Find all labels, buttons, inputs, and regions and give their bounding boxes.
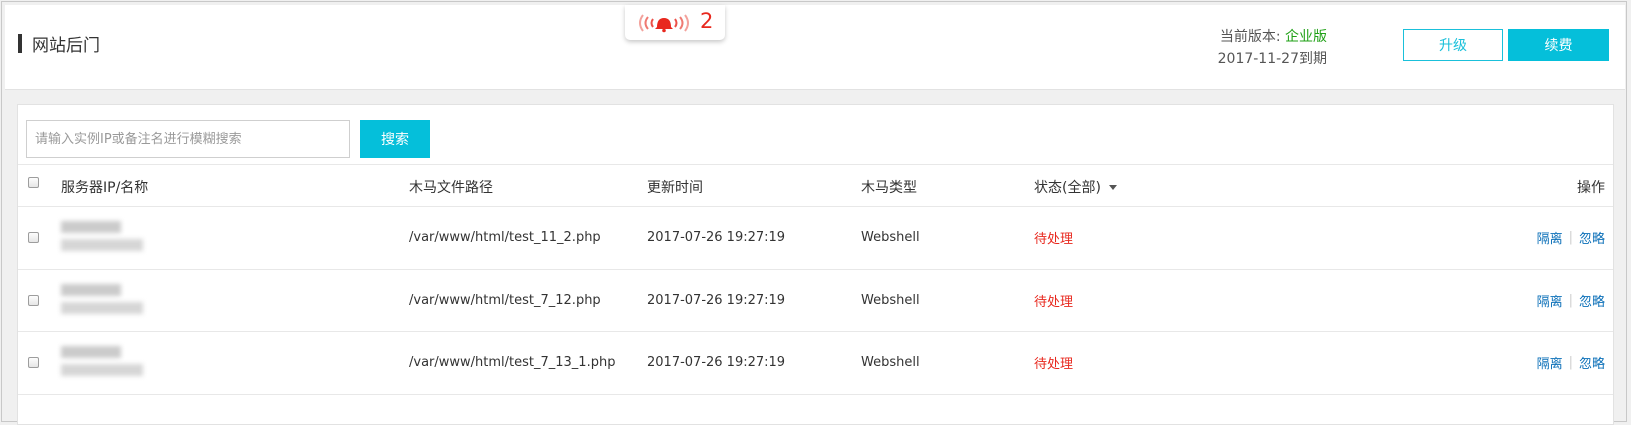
upgrade-button[interactable]: 升级 [1403,29,1503,61]
column-header-type: 木马类型 [861,180,917,196]
page-header: 网站后门 2 当前版本: 企业版 2017-11-27到期 升级 续费 [5,5,1625,90]
column-header-time: 更新时间 [647,180,703,196]
server-ip-masked [61,282,161,320]
table-row: /var/www/html/test_11_2.php 2017-07-26 1… [18,206,1613,269]
status-badge: 待处理 [1034,357,1074,372]
select-all-checkbox[interactable] [28,177,39,188]
column-header-path: 木马文件路径 [409,180,493,196]
trojan-type: Webshell [861,355,920,370]
isolate-link[interactable]: 隔离 [1537,228,1563,247]
ignore-link[interactable]: 忽略 [1579,353,1605,372]
page-title: 网站后门 [32,36,100,56]
update-time: 2017-07-26 19:27:19 [647,293,786,308]
isolate-link[interactable]: 隔离 [1537,353,1563,372]
renew-button[interactable]: 续费 [1508,29,1609,61]
search-input[interactable] [26,120,350,158]
expire-date: 2017-11-27到期 [1217,51,1327,67]
alarm-bell-icon [639,14,689,33]
webshell-panel: 搜索 服务器IP/名称 木马文件路径 更新时间 木马类型 状态(全部) 操作 /… [17,104,1614,425]
row-actions: 隔离 | 忽略 [1537,331,1605,394]
status-filter[interactable]: 状态(全部) [1034,177,1101,197]
trojan-path: /var/www/html/test_7_13_1.php [409,355,616,370]
table-row: /var/www/html/test_7_12.php 2017-07-26 1… [18,269,1613,332]
isolate-link[interactable]: 隔离 [1537,291,1563,310]
action-separator: | [1568,355,1573,370]
ignore-link[interactable]: 忽略 [1579,228,1605,247]
row-checkbox[interactable] [28,232,39,243]
action-separator: | [1568,230,1573,245]
page-frame: 网站后门 2 当前版本: 企业版 2017-11-27到期 升级 续费 搜索 [1,1,1627,425]
column-header-ops: 操作 [1577,180,1605,196]
version-info: 当前版本: 企业版 [1220,26,1327,46]
row-actions: 隔离 | 忽略 [1537,269,1605,332]
version-name: 企业版 [1285,29,1327,45]
ignore-link[interactable]: 忽略 [1579,291,1605,310]
trojan-type: Webshell [861,293,920,308]
server-ip-masked [61,219,161,257]
alert-count: 2 [700,9,714,33]
row-checkbox[interactable] [28,295,39,306]
update-time: 2017-07-26 19:27:19 [647,355,786,370]
title-accent-bar [18,34,22,53]
trojan-path: /var/www/html/test_7_12.php [409,293,601,308]
alert-notification[interactable]: 2 [625,5,725,40]
column-header-server: 服务器IP/名称 [61,180,149,196]
server-ip-masked [61,344,161,382]
version-label: 当前版本: [1219,29,1281,45]
status-badge: 待处理 [1034,295,1074,310]
row-checkbox[interactable] [28,357,39,368]
search-button[interactable]: 搜索 [360,120,430,158]
divider [18,164,1613,165]
update-time: 2017-07-26 19:27:19 [647,230,786,245]
row-actions: 隔离 | 忽略 [1537,206,1605,269]
status-badge: 待处理 [1034,232,1074,247]
action-separator: | [1568,293,1573,308]
trojan-type: Webshell [861,230,920,245]
trojan-path: /var/www/html/test_11_2.php [409,230,601,245]
divider [18,394,1613,395]
table-row: /var/www/html/test_7_13_1.php 2017-07-26… [18,331,1613,394]
caret-down-icon[interactable] [1109,185,1117,190]
